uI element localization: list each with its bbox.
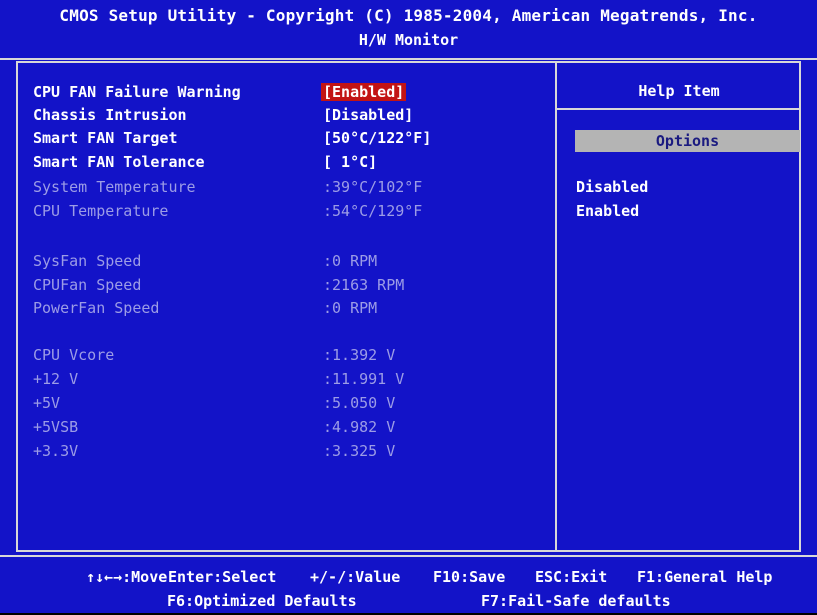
key-move: ↑↓←→:Move	[86, 568, 168, 586]
setting-label: Chassis Intrusion	[33, 106, 187, 124]
help-divider	[555, 61, 557, 552]
reading-5vsb: +5VSB :4.982 V	[33, 418, 553, 440]
key-value: +/-/:Value	[310, 568, 401, 586]
reading-label: CPU Vcore	[33, 346, 115, 364]
key-select: Enter:Select	[168, 568, 277, 586]
reading-12v: +12 V :11.991 V	[33, 370, 553, 392]
reading-label: CPU Temperature	[33, 202, 169, 220]
reading-5v: +5V :5.050 V	[33, 394, 553, 416]
setting-label: Smart FAN Target	[33, 129, 178, 147]
reading-cpu-temperature: CPU Temperature :54°C/129°F	[33, 202, 553, 224]
option-disabled[interactable]: Disabled	[576, 178, 648, 196]
setting-smart-fan-tolerance[interactable]: Smart FAN Tolerance [ 1°C]	[33, 153, 553, 175]
key-fail-safe-defaults: F7:Fail-Safe defaults	[481, 592, 671, 610]
reading-value: :11.991 V	[323, 370, 405, 388]
reading-label: +5VSB	[33, 418, 79, 436]
bios-screen: CMOS Setup Utility - Copyright (C) 1985-…	[0, 0, 817, 613]
reading-system-temperature: System Temperature :39°C/102°F	[33, 178, 553, 200]
reading-3-3v: +3.3V :3.325 V	[33, 442, 553, 464]
key-save: F10:Save	[433, 568, 506, 586]
options-header: Options	[575, 130, 800, 152]
setting-chassis-intrusion[interactable]: Chassis Intrusion [Disabled]	[33, 106, 553, 128]
reading-label: System Temperature	[33, 178, 196, 196]
reading-sysfan-speed: SysFan Speed :0 RPM	[33, 252, 553, 274]
reading-cpu-vcore: CPU Vcore :1.392 V	[33, 346, 553, 368]
help-item-title: Help Item	[638, 82, 720, 100]
page-title: H/W Monitor	[358, 31, 459, 49]
reading-value: :39°C/102°F	[323, 178, 423, 196]
setting-value-selected[interactable]: [Enabled]	[321, 83, 407, 101]
setting-label: CPU FAN Failure Warning	[33, 83, 241, 101]
setting-value[interactable]: [ 1°C]	[323, 153, 377, 171]
option-enabled[interactable]: Enabled	[576, 202, 639, 220]
reading-value: :0 RPM	[323, 252, 378, 270]
key-general-help: F1:General Help	[637, 568, 773, 586]
setting-value[interactable]: [50°C/122°F]	[323, 129, 431, 147]
reading-label: CPUFan Speed	[33, 276, 142, 294]
reading-value: :5.050 V	[323, 394, 396, 412]
key-optimized-defaults: F6:Optimized Defaults	[167, 592, 357, 610]
key-exit: ESC:Exit	[535, 568, 608, 586]
reading-value: :1.392 V	[323, 346, 396, 364]
reading-value: :2163 RPM	[323, 276, 405, 294]
setting-label: Smart FAN Tolerance	[33, 153, 205, 171]
reading-powerfan-speed: PowerFan Speed :0 RPM	[33, 299, 553, 321]
reading-label: +12 V	[33, 370, 79, 388]
reading-value: :0 RPM	[323, 299, 378, 317]
setting-cpu-fan-failure-warning[interactable]: CPU FAN Failure Warning [Enabled]	[33, 83, 553, 105]
app-title: CMOS Setup Utility - Copyright (C) 1985-…	[59, 6, 758, 25]
reading-value: :4.982 V	[323, 418, 396, 436]
reading-label: +3.3V	[33, 442, 79, 460]
reading-value: :54°C/129°F	[323, 202, 423, 220]
setting-value[interactable]: [Disabled]	[323, 106, 413, 124]
help-title-divider	[557, 108, 801, 110]
reading-value: :3.325 V	[323, 442, 396, 460]
reading-label: SysFan Speed	[33, 252, 142, 270]
key-legend: ↑↓←→:Move Enter:Select +/-/:Value F10:Sa…	[0, 555, 817, 615]
setting-smart-fan-target[interactable]: Smart FAN Target [50°C/122°F]	[33, 129, 553, 151]
reading-label: PowerFan Speed	[33, 299, 160, 317]
reading-label: +5V	[33, 394, 61, 412]
reading-cpufan-speed: CPUFan Speed :2163 RPM	[33, 276, 553, 298]
title-bar: CMOS Setup Utility - Copyright (C) 1985-…	[0, 0, 817, 60]
